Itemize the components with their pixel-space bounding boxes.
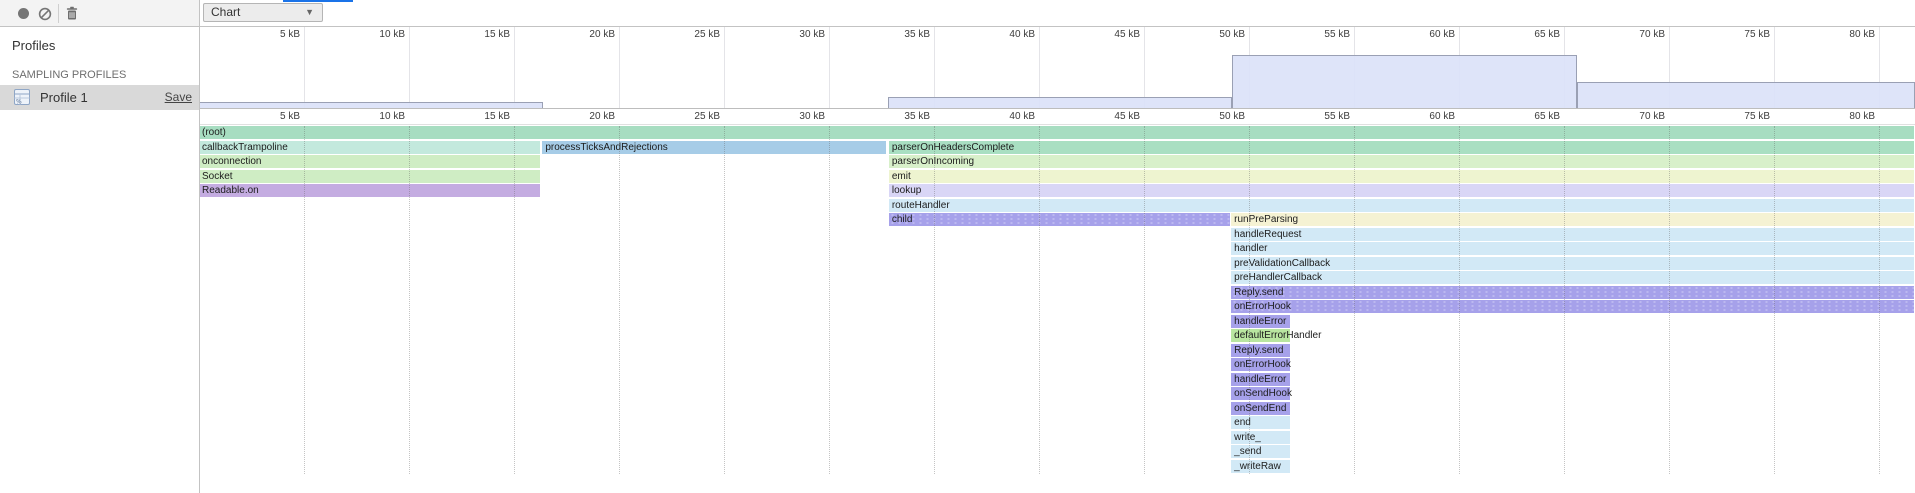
overview-band-segment-2[interactable] [888, 97, 1232, 108]
delete-profile-button[interactable] [65, 6, 79, 26]
flame-bar-child[interactable]: child [889, 213, 1230, 226]
trash-icon [65, 6, 79, 21]
ruler1-tick-label: 50 kB [1175, 29, 1245, 40]
view-mode-value: Chart [211, 5, 240, 19]
ruler1-tick-label: 40 kB [965, 29, 1035, 40]
profiler-app: Chart ▼ Profiles SAMPLING PROFILES % Pro… [0, 0, 1915, 493]
flame-bar-onsendhook[interactable]: onSendHook [1231, 387, 1290, 400]
ruler2-tick-label: 55 kB [1280, 111, 1350, 122]
sidebar-title: Profiles [12, 38, 55, 53]
ruler1-tick-label: 70 kB [1595, 29, 1665, 40]
flame-bar-reply.send[interactable]: Reply.send [1231, 344, 1290, 357]
flame-bar-prehandlercallback[interactable]: preHandlerCallback [1231, 271, 1914, 284]
ruler1-tick-label: 80 kB [1805, 29, 1875, 40]
ruler2-tick-label: 30 kB [755, 111, 825, 122]
block-icon [38, 7, 52, 21]
flame-bar-_send[interactable]: _send [1231, 445, 1290, 458]
ruler2-tick-label: 60 kB [1385, 111, 1455, 122]
flame-bar-write_[interactable]: write_ [1231, 431, 1290, 444]
ruler1-tick-label: 65 kB [1490, 29, 1560, 40]
flame-bar-_writeraw[interactable]: _writeRaw [1231, 460, 1290, 473]
ruler1-tick-label: 10 kB [335, 29, 405, 40]
view-mode-select[interactable]: Chart ▼ [203, 3, 323, 22]
flame-bar-root[interactable]: (root) [200, 126, 1914, 139]
sampling-profiles-section-label: SAMPLING PROFILES [12, 69, 126, 81]
clear-profiles-button[interactable] [38, 7, 52, 26]
ruler2-tick-label: 5 kB [230, 111, 300, 122]
record-profile-button[interactable] [18, 8, 29, 19]
ruler2-tick-label: 20 kB [545, 111, 615, 122]
ruler2-tick-label: 70 kB [1595, 111, 1665, 122]
flame-bar-lookup[interactable]: lookup [889, 184, 1914, 197]
ruler2-tick-label: 15 kB [440, 111, 510, 122]
flame-bar-readable.on[interactable]: Readable.on [200, 184, 540, 197]
flame-bar-onsendend[interactable]: onSendEnd [1231, 402, 1290, 415]
ruler1-tick-label: 35 kB [860, 29, 930, 40]
flame-bar-parseronheaderscomplete[interactable]: parserOnHeadersComplete [889, 141, 1914, 154]
ruler2-tick-label: 10 kB [335, 111, 405, 122]
ruler1-tick-label: 60 kB [1385, 29, 1455, 40]
profiles-sidebar: Profiles SAMPLING PROFILES % Profile 1 S… [0, 27, 200, 493]
ruler1-tick-label: 25 kB [650, 29, 720, 40]
profiler-toolbar [0, 0, 200, 27]
overview-band-segment-4[interactable] [1577, 82, 1915, 108]
ruler1-tick-label: 75 kB [1700, 29, 1770, 40]
flame-bar-callbacktrampoline[interactable]: callbackTrampoline [200, 141, 540, 154]
ruler2-tick-label: 65 kB [1490, 111, 1560, 122]
flame-bar-handleerror[interactable]: handleError [1231, 315, 1290, 328]
flame-gridline-25kb [724, 126, 725, 474]
ruler1-tick-label: 15 kB [440, 29, 510, 40]
ruler2-tick-label: 50 kB [1175, 111, 1245, 122]
overview-band-segment-3[interactable] [1232, 55, 1576, 108]
ruler1-tick-label: 45 kB [1070, 29, 1140, 40]
flame-bar-processticksandrejections[interactable]: processTicksAndRejections [542, 141, 885, 154]
flame-bar-socket[interactable]: Socket [200, 170, 540, 183]
save-profile-link[interactable]: Save [165, 90, 192, 104]
flame-gridline-20kb [619, 126, 620, 474]
ruler2-tick-label: 25 kB [650, 111, 720, 122]
flame-bar-onerrorhook[interactable]: onErrorHook [1231, 358, 1290, 371]
panel-accent-bar [283, 0, 353, 2]
ruler1-tick-label: 30 kB [755, 29, 825, 40]
chart-toolbar: Chart ▼ [200, 0, 1915, 27]
flame-bar-emit[interactable]: emit [889, 170, 1914, 183]
flame-bar-handleerror[interactable]: handleError [1231, 373, 1290, 386]
chevron-down-icon: ▼ [305, 4, 314, 21]
flame-bar-runpreparsing[interactable]: runPreParsing [1231, 213, 1914, 226]
flame-bar-onerrorhook[interactable]: onErrorHook [1231, 300, 1914, 313]
flame-bar-handler[interactable]: handler [1231, 242, 1914, 255]
ruler2-tick-label: 75 kB [1700, 111, 1770, 122]
ruler2-tick-label: 45 kB [1070, 111, 1140, 122]
overview-band-segment-1[interactable] [200, 102, 543, 108]
toolbar-separator [58, 4, 59, 23]
profile-document-icon: % [13, 88, 31, 111]
ruler2-tick-label: 80 kB [1805, 111, 1875, 122]
flame-bar-defaulterrorhandler[interactable]: defaultErrorHandler [1231, 329, 1290, 342]
flame-bar-parseronincoming[interactable]: parserOnIncoming [889, 155, 1914, 168]
ruler1-tick-label: 20 kB [545, 29, 615, 40]
flame-bar-reply.send[interactable]: Reply.send [1231, 286, 1914, 299]
ruler1-tick-label: 5 kB [230, 29, 300, 40]
flame-bar-handlerequest[interactable]: handleRequest [1231, 228, 1914, 241]
flame-chart-panel: (root) callbackTrampolineprocessTicksAndR… [200, 27, 1915, 493]
flame-bar-prevalidationcallback[interactable]: preValidationCallback [1231, 257, 1914, 270]
flame-bar-routehandler[interactable]: routeHandler [889, 199, 1914, 212]
ruler1-tick-label: 55 kB [1280, 29, 1350, 40]
ruler2-tick-label: 35 kB [860, 111, 930, 122]
profile-name: Profile 1 [40, 90, 88, 105]
svg-text:%: % [16, 99, 22, 106]
ruler2-tick-label: 40 kB [965, 111, 1035, 122]
flame-bar-end[interactable]: end [1231, 416, 1290, 429]
flame-bar-onconnection[interactable]: onconnection [200, 155, 540, 168]
flame-chart[interactable]: (root) callbackTrampolineprocessTicksAndR… [200, 126, 1915, 493]
flame-gridline-30kb [829, 126, 830, 474]
sidebar-item-profile-1[interactable]: % Profile 1 Save [0, 85, 199, 110]
